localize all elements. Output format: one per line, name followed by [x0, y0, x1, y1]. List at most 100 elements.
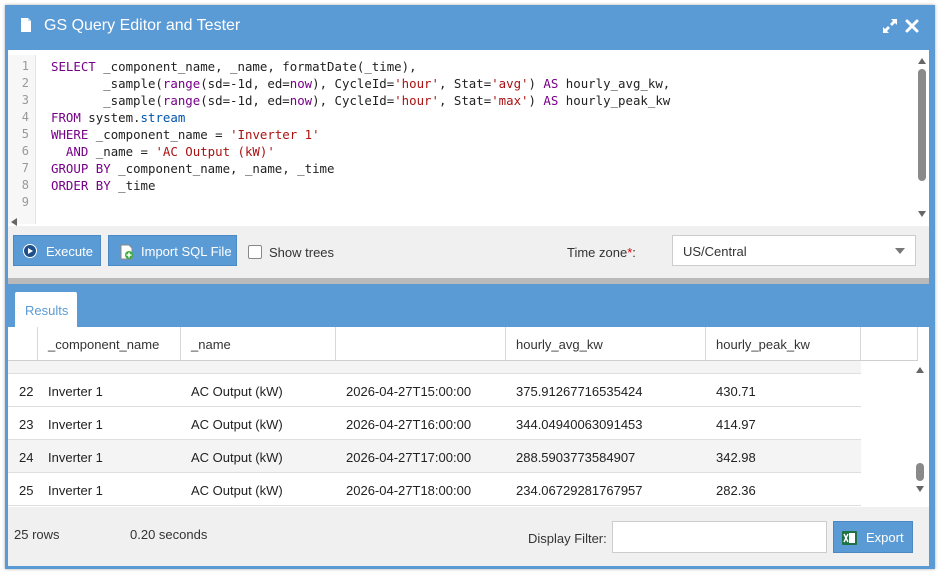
scroll-down-arrow-icon[interactable] [918, 211, 926, 217]
export-button[interactable]: Export [833, 521, 913, 553]
editor-vertical-scrollbar[interactable] [915, 55, 929, 226]
display-filter-input[interactable] [612, 521, 827, 553]
sql-editor[interactable]: 1 2 3 4 5 6 7 8 9 SELECT _component_name… [8, 55, 929, 227]
name-cell: AC Output (kW) [191, 417, 283, 432]
show-trees-checkbox[interactable] [248, 245, 262, 259]
hourly-avg-kw-cell: 234.06729281767957 [516, 483, 643, 498]
name-cell: AC Output (kW) [191, 450, 283, 465]
column-header-index[interactable] [8, 327, 38, 360]
line-number: 8 [21, 178, 29, 192]
column-header-hourly-avg-kw[interactable]: hourly_avg_kw [506, 327, 706, 360]
code-token: ) [528, 76, 544, 91]
editor-panel: 1 2 3 4 5 6 7 8 9 SELECT _component_name… [8, 50, 929, 278]
line-number: 2 [21, 76, 29, 90]
scroll-left-arrow-icon[interactable] [11, 218, 17, 226]
code-token: _sample( [51, 76, 163, 91]
column-header-label: hourly_avg_kw [516, 337, 603, 352]
column-header-component-name[interactable]: _component_name [38, 327, 181, 360]
code-line: FROM system.stream [51, 109, 185, 126]
window-title: GS Query Editor and Tester [44, 17, 241, 34]
results-footer: 25 rows 0.20 seconds Display Filter: Exp… [8, 507, 929, 566]
code-token: FROM [51, 110, 81, 125]
code-token: now [289, 93, 313, 108]
code-token: GROUP BY [51, 161, 111, 176]
table-row[interactable]: 24 Inverter 1 AC Output (kW) 2026-04-27T… [8, 440, 861, 473]
code-token: WHERE [51, 127, 89, 142]
table-row[interactable]: 22 Inverter 1 AC Output (kW) 2026-04-27T… [8, 374, 861, 407]
line-number: 3 [21, 93, 29, 107]
expand-icon[interactable] [882, 18, 898, 34]
code-line: SELECT _component_name, _name, formatDat… [51, 58, 417, 75]
code-token: (sd=-1d, ed= [200, 76, 290, 91]
hourly-peak-kw-cell: 342.98 [716, 450, 756, 465]
editor-horizontal-scrollbar[interactable] [8, 216, 915, 226]
code-token: system. [80, 110, 141, 125]
play-icon [23, 244, 37, 258]
column-header-name[interactable]: _name [181, 327, 336, 360]
code-token: range [162, 76, 201, 91]
export-label: Export [866, 530, 904, 545]
hourly-peak-kw-cell: 282.36 [716, 483, 756, 498]
import-label: Import SQL File [141, 244, 232, 259]
show-trees-label[interactable]: Show trees [269, 245, 334, 260]
line-number-gutter: 1 2 3 4 5 6 7 8 9 [8, 55, 36, 224]
timezone-select[interactable]: US/Central [672, 235, 916, 266]
chevron-down-icon[interactable] [895, 248, 905, 254]
code-line: _sample(range(sd=-1d, ed=now), CycleId='… [51, 75, 670, 92]
code-token: _component_name, _name, _time [110, 161, 335, 176]
execute-button[interactable]: Execute [13, 235, 101, 266]
time-cell: 2026-04-27T15:00:00 [346, 384, 472, 399]
code-line: _sample(range(sd=-1d, ed=now), CycleId='… [51, 92, 670, 109]
column-header-label: _name [191, 337, 231, 352]
code-token: (sd=-1d, ed= [200, 93, 290, 108]
time-cell: 2026-04-27T18:00:00 [346, 483, 472, 498]
code-token: _sample( [51, 93, 163, 108]
code-token: hourly_peak_kw [558, 93, 671, 108]
close-icon[interactable] [904, 18, 920, 34]
code-line: ORDER BY _time [51, 177, 155, 194]
line-number: 1 [21, 59, 29, 73]
results-scroll-thumb[interactable] [916, 463, 924, 481]
timezone-label-colon: : [632, 245, 636, 260]
timezone-label: Time zone*: [567, 245, 636, 260]
scroll-down-arrow-icon[interactable] [916, 486, 924, 492]
results-vertical-scrollbar[interactable] [913, 361, 927, 507]
time-cell: 2026-04-27T16:00:00 [346, 417, 472, 432]
column-header-time[interactable] [336, 327, 506, 360]
hourly-peak-kw-cell: 430.71 [716, 384, 756, 399]
code-token: ORDER BY [51, 178, 111, 193]
title-bar[interactable]: GS Query Editor and Tester [5, 5, 935, 47]
table-row-partial [8, 361, 861, 374]
tab-results-label: Results [25, 303, 69, 318]
column-header-filler [861, 327, 918, 360]
timezone-value: US/Central [683, 244, 747, 259]
code-token: ), CycleId= [312, 76, 395, 91]
table-row[interactable]: 25 Inverter 1 AC Output (kW) 2026-04-27T… [8, 473, 861, 506]
results-panel: Results _component_name _name hourly_avg… [8, 284, 929, 566]
import-file-icon [120, 244, 133, 260]
code-token: stream [140, 110, 186, 125]
component-name-cell: Inverter 1 [48, 417, 103, 432]
code-line: WHERE _component_name = 'Inverter 1' [51, 126, 320, 143]
scroll-up-arrow-icon[interactable] [918, 58, 926, 64]
editor-scroll-thumb[interactable] [918, 69, 926, 181]
scroll-up-arrow-icon[interactable] [916, 367, 924, 373]
time-cell: 2026-04-27T17:00:00 [346, 450, 472, 465]
code-token: now [289, 76, 313, 91]
column-header-hourly-peak-kw[interactable]: hourly_peak_kw [706, 327, 861, 360]
table-row[interactable]: 23 Inverter 1 AC Output (kW) 2026-04-27T… [8, 407, 861, 440]
import-sql-file-button[interactable]: Import SQL File [108, 235, 237, 266]
code-line: GROUP BY _component_name, _name, _time [51, 160, 334, 177]
row-index: 22 [19, 384, 34, 399]
tab-results[interactable]: Results [15, 292, 77, 327]
hourly-avg-kw-cell: 344.04940063091453 [516, 417, 643, 432]
code-token: 'hour' [394, 93, 439, 108]
code-token: _component_name = [88, 127, 231, 142]
query-editor-window: GS Query Editor and Tester 1 2 3 4 5 6 7… [5, 5, 935, 569]
code-token: _name = [88, 144, 156, 159]
column-header-label: _component_name [48, 337, 160, 352]
excel-icon [842, 531, 857, 545]
code-token: _component_name, _name, formatDate(_time… [95, 59, 417, 74]
document-icon [21, 18, 31, 32]
code-line: AND _name = 'AC Output (kW)' [51, 143, 275, 160]
